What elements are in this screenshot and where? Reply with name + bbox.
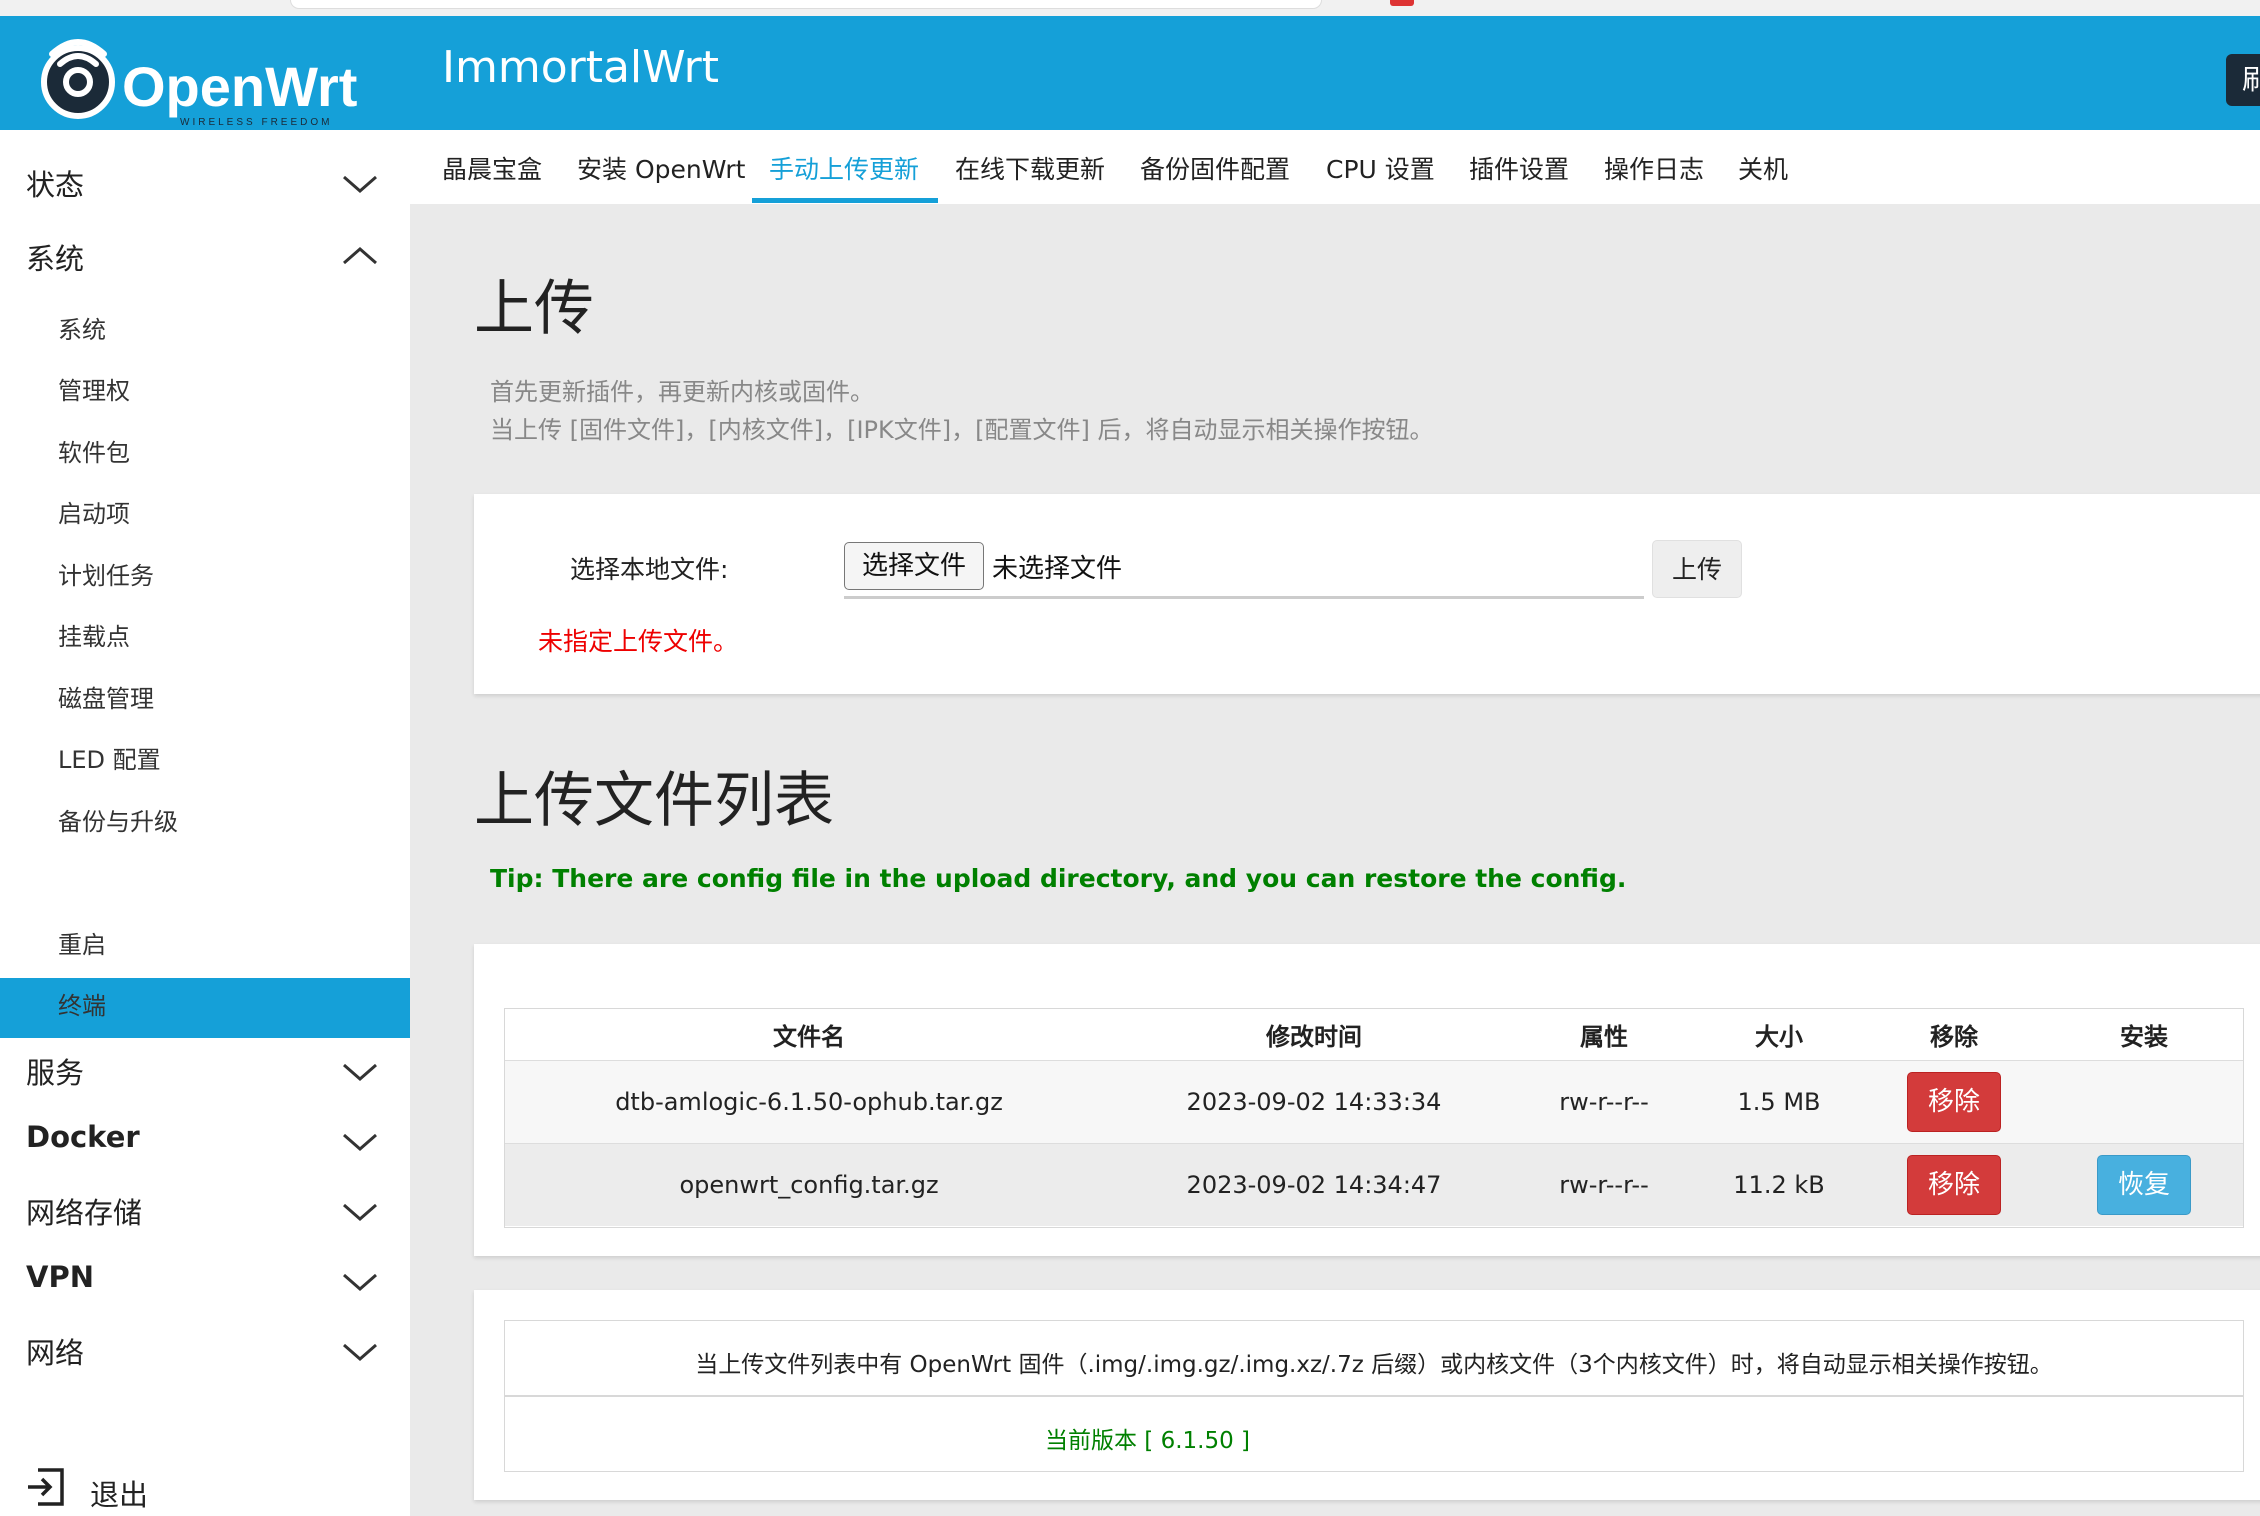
sidebar-item-led-config[interactable]: LED 配置 xyxy=(58,740,161,775)
browser-extension-icon[interactable] xyxy=(1390,0,1414,6)
chevron-down-icon[interactable] xyxy=(340,172,380,196)
file-mtime-cell: 2023-09-02 14:33:34 xyxy=(1114,1060,1514,1144)
sidebar-item-system[interactable]: 系统 xyxy=(58,310,106,345)
app-title[interactable]: ImmortalWrt xyxy=(442,42,719,93)
choose-file-button[interactable]: 选择文件 xyxy=(844,542,984,590)
chevron-down-icon[interactable] xyxy=(340,1130,380,1154)
sidebar-item-mount-points[interactable]: 挂载点 xyxy=(58,617,130,652)
sidebar-group-services[interactable]: 服务 xyxy=(26,1050,84,1092)
remove-cell: 移除 xyxy=(1864,1060,2044,1144)
column-header-size[interactable]: 大小 xyxy=(1694,1008,1864,1061)
openwrt-logo[interactable]: OpenWrt WIRELESS FREEDOM xyxy=(38,24,368,128)
config-restore-tip: Tip: There are config file in the upload… xyxy=(490,864,1627,893)
top-header: OpenWrt WIRELESS FREEDOM ImmortalWrt 刷 xyxy=(0,16,2260,130)
sidebar-item-terminal[interactable]: 终端 xyxy=(58,986,106,1021)
file-list-title: 上传文件列表 xyxy=(474,766,834,836)
upload-error-message: 未指定上传文件。 xyxy=(538,627,739,656)
active-tab-indicator xyxy=(752,198,938,203)
firmware-notice-text: 当上传文件列表中有 OpenWrt 固件（.img/.img.gz/.img.x… xyxy=(695,1352,2053,1378)
uploaded-files-table: 文件名 修改时间 属性 大小 移除 安装 dtb-amlogic-6.1.50-… xyxy=(504,1008,2244,1226)
sidebar-group-system[interactable]: 系统 xyxy=(26,236,84,278)
logout-icon[interactable] xyxy=(24,1466,66,1508)
tab-plugin-settings[interactable]: 插件设置 xyxy=(1469,150,1569,186)
notice-box: 当上传文件列表中有 OpenWrt 固件（.img/.img.gz/.img.x… xyxy=(504,1320,2244,1472)
sidebar-item-startup[interactable]: 启动项 xyxy=(58,494,130,529)
sidebar-group-docker[interactable]: Docker xyxy=(26,1120,140,1154)
column-header-mtime[interactable]: 修改时间 xyxy=(1114,1008,1514,1061)
file-attr-cell: rw-r--r-- xyxy=(1514,1143,1694,1226)
install-cell: 恢复 xyxy=(2044,1143,2244,1226)
wifi-logo-icon: OpenWrt WIRELESS FREEDOM xyxy=(41,39,357,128)
tab-operation-log[interactable]: 操作日志 xyxy=(1604,150,1704,186)
sidebar-item-disk-management[interactable]: 磁盘管理 xyxy=(58,679,154,714)
chevron-down-icon[interactable] xyxy=(340,1270,380,1294)
sidebar: 状态 系统 系统 管理权 软件包 启动项 计划任务 挂载点 磁盘管理 LED 配… xyxy=(0,130,410,1516)
sidebar-group-vpn[interactable]: VPN xyxy=(26,1260,94,1294)
sidebar-group-network[interactable]: 网络 xyxy=(26,1330,84,1372)
install-cell xyxy=(2044,1060,2244,1144)
upload-button[interactable]: 上传 xyxy=(1652,540,1742,598)
sidebar-item-admin[interactable]: 管理权 xyxy=(58,371,130,406)
remove-file-button[interactable]: 移除 xyxy=(1907,1155,2001,1215)
upload-section-title: 上传 xyxy=(474,274,594,344)
sidebar-item-backup-upgrade[interactable]: 备份与升级 xyxy=(58,802,178,837)
browser-chrome-strip xyxy=(0,0,2260,17)
logout-link[interactable]: 退出 xyxy=(90,1472,148,1514)
table-row: openwrt_config.tar.gz 2023-09-02 14:34:4… xyxy=(504,1143,2244,1226)
restore-config-button[interactable]: 恢复 xyxy=(2097,1155,2191,1215)
chevron-down-icon[interactable] xyxy=(340,1340,380,1364)
sidebar-item-amlogic[interactable]: 晶晨宝盒 xyxy=(58,863,154,898)
table-header-row: 文件名 修改时间 属性 大小 移除 安装 xyxy=(504,1008,2244,1061)
chevron-down-icon[interactable] xyxy=(340,1060,380,1084)
sidebar-item-scheduled-tasks[interactable]: 计划任务 xyxy=(58,556,154,591)
svg-text:WIRELESS FREEDOM: WIRELESS FREEDOM xyxy=(180,117,332,128)
no-file-selected-text: 未选择文件 xyxy=(992,554,1123,584)
current-version-text: 当前版本 [ 6.1.50 ] xyxy=(1045,1428,1251,1454)
column-header-attributes[interactable]: 属性 xyxy=(1514,1008,1694,1061)
tab-manual-upload[interactable]: 手动上传更新 xyxy=(769,150,919,186)
upload-description-line2: 当上传 [固件文件]，[内核文件]，[IPK文件]，[配置文件] 后，将自动显示… xyxy=(490,416,1434,444)
chevron-up-icon[interactable] xyxy=(340,244,380,268)
sidebar-item-reboot[interactable]: 重启 xyxy=(58,925,106,960)
refresh-button[interactable]: 刷 xyxy=(2226,54,2260,106)
svg-text:OpenWrt: OpenWrt xyxy=(122,55,357,118)
tab-cpu-settings[interactable]: CPU 设置 xyxy=(1326,150,1435,186)
browser-address-bar[interactable] xyxy=(290,0,1322,9)
sidebar-group-nas[interactable]: 网络存储 xyxy=(26,1190,142,1232)
file-attr-cell: rw-r--r-- xyxy=(1514,1060,1694,1144)
tab-online-download[interactable]: 在线下载更新 xyxy=(955,150,1105,186)
file-name-cell: dtb-amlogic-6.1.50-ophub.tar.gz xyxy=(504,1060,1114,1144)
tab-shutdown[interactable]: 关机 xyxy=(1738,150,1788,186)
table-row: dtb-amlogic-6.1.50-ophub.tar.gz 2023-09-… xyxy=(504,1060,2244,1144)
file-name-cell: openwrt_config.tar.gz xyxy=(504,1143,1114,1226)
tab-backup-config[interactable]: 备份固件配置 xyxy=(1140,150,1290,186)
sidebar-item-packages[interactable]: 软件包 xyxy=(58,433,130,468)
upload-description-line1: 首先更新插件，再更新内核或固件。 xyxy=(490,378,874,406)
column-header-remove: 移除 xyxy=(1864,1008,2044,1061)
remove-cell: 移除 xyxy=(1864,1143,2044,1226)
remove-file-button[interactable]: 移除 xyxy=(1907,1072,2001,1132)
file-size-cell: 1.5 MB xyxy=(1694,1060,1864,1144)
column-header-filename[interactable]: 文件名 xyxy=(504,1008,1114,1061)
column-header-install: 安装 xyxy=(2044,1008,2244,1061)
tab-install-openwrt[interactable]: 安装 OpenWrt xyxy=(577,150,745,186)
file-input-label: 选择本地文件: xyxy=(570,555,729,584)
tab-amlogic[interactable]: 晶晨宝盒 xyxy=(442,150,542,186)
sidebar-group-status[interactable]: 状态 xyxy=(26,162,84,204)
chevron-down-icon[interactable] xyxy=(340,1200,380,1224)
file-mtime-cell: 2023-09-02 14:34:47 xyxy=(1114,1143,1514,1226)
file-size-cell: 11.2 kB xyxy=(1694,1143,1864,1226)
notice-divider xyxy=(505,1395,2243,1397)
file-input[interactable]: 选择文件 未选择文件 xyxy=(844,540,1644,599)
